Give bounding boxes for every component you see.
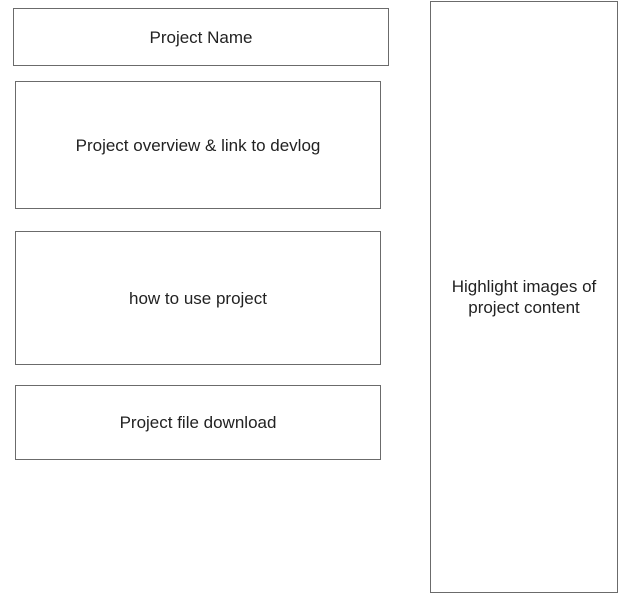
how-to-use-label: how to use project [129, 288, 267, 308]
project-name-label: Project Name [149, 27, 253, 47]
project-download-box: Project file download [15, 385, 381, 460]
project-name-box: Project Name [13, 8, 389, 66]
how-to-use-box: how to use project [15, 231, 381, 365]
project-overview-box: Project overview & link to devlog [15, 81, 381, 209]
highlight-images-label: Highlight images of project content [451, 277, 597, 317]
highlight-images-box: Highlight images of project content [430, 1, 618, 593]
project-download-label: Project file download [119, 413, 277, 432]
project-overview-label: Project overview & link to devlog [75, 135, 321, 155]
